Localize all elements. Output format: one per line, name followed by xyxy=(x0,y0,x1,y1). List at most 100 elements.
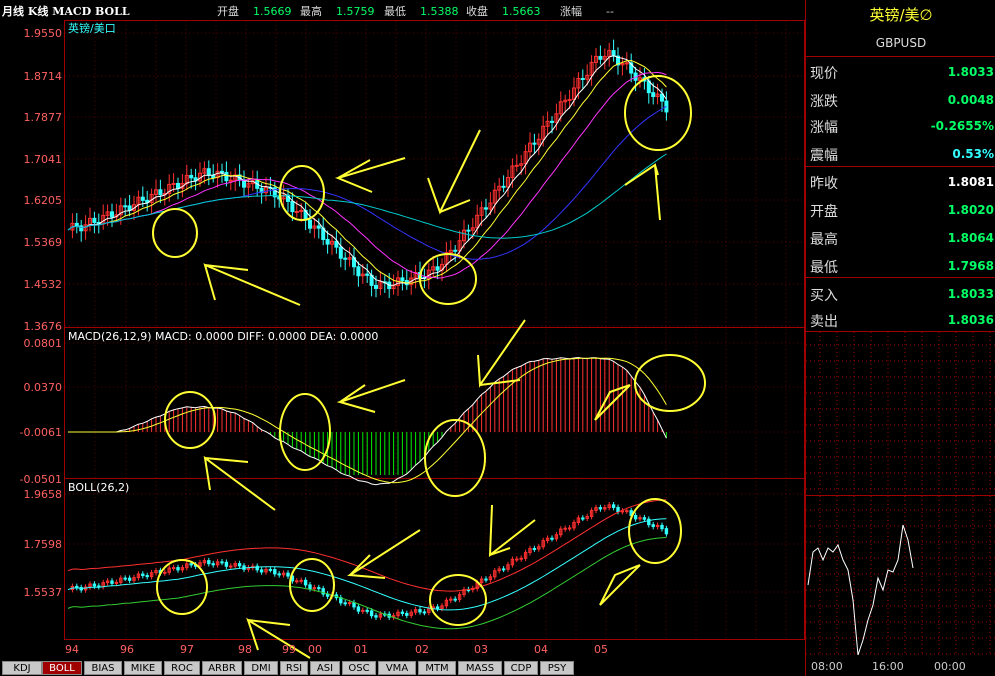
quote-row: 卖出 1.8036 xyxy=(808,308,994,332)
boll-candle-body xyxy=(224,561,229,567)
boll-candle-body xyxy=(207,560,211,565)
quote-value: -0.2655% xyxy=(930,119,994,133)
candle-body xyxy=(290,200,295,213)
annotation-arrow xyxy=(203,263,301,306)
tab-mike[interactable]: MIKE xyxy=(124,661,162,675)
annotation-arrow xyxy=(488,504,536,558)
quote-value: 1.8036 xyxy=(947,313,994,327)
candle-body xyxy=(532,142,537,145)
tab-vma[interactable]: VMA xyxy=(378,661,416,675)
boll-candle-body xyxy=(616,506,620,513)
quote-row: 涨跌 0.0048 xyxy=(808,88,994,112)
quote-label: 涨跌 xyxy=(810,94,838,110)
tab-mtm[interactable]: MTM xyxy=(418,661,456,675)
tab-dmi[interactable]: DMI xyxy=(244,661,278,675)
candle-body xyxy=(365,273,370,276)
boll-candle-body xyxy=(356,606,361,612)
boll-candle-body xyxy=(361,609,365,612)
boll-candle-body xyxy=(295,580,299,583)
boll-candle-body xyxy=(317,587,321,590)
boll-tick: 1.7598 xyxy=(23,538,63,551)
x-tick: 96 xyxy=(120,643,134,656)
candle-body xyxy=(598,55,603,60)
boll-candle-body xyxy=(633,514,638,520)
quote-value: 0.53% xyxy=(952,147,994,161)
boll-candle-body xyxy=(92,583,97,587)
boll-candle-body xyxy=(567,527,572,530)
candle-body xyxy=(79,225,84,232)
boll-candle-body xyxy=(501,568,506,571)
annotation-circle xyxy=(634,354,706,412)
quote-value: 1.8020 xyxy=(947,203,994,217)
boll-panel-title: BOLL(26,2) xyxy=(68,481,130,494)
quote-value: 0.0048 xyxy=(947,93,994,107)
tab-bias[interactable]: BIAS xyxy=(84,661,122,675)
tab-arbr[interactable]: ARBR xyxy=(202,661,242,675)
candle-body xyxy=(92,217,97,223)
tab-psy[interactable]: PSY xyxy=(540,661,574,675)
boll-candle-body xyxy=(651,524,655,528)
candle-body xyxy=(176,182,180,189)
quote-row: 震幅 0.53% xyxy=(808,142,994,166)
annotation-arrow xyxy=(346,529,421,579)
quote-row: 最高 1.8064 xyxy=(808,226,994,250)
intraday-line xyxy=(807,524,914,656)
boll-candle-body xyxy=(268,568,273,571)
candle-body xyxy=(580,78,585,81)
boll-tick: 1.9658 xyxy=(23,488,63,501)
boll-candle-body xyxy=(237,563,242,567)
candle-body xyxy=(466,229,471,232)
macd-tick: 0.0370 xyxy=(23,381,63,394)
boll-tick: 1.5537 xyxy=(23,586,63,599)
annotation-arrow xyxy=(477,319,526,388)
boll-candle-body xyxy=(660,524,664,530)
price-tick: 1.3676 xyxy=(23,320,63,333)
price-tick: 1.5369 xyxy=(23,236,63,249)
tab-asi[interactable]: ASI xyxy=(310,661,340,675)
boll-candle-body xyxy=(642,517,647,520)
boll-candle-body xyxy=(581,517,585,520)
quote-label: 最高 xyxy=(810,232,838,248)
candle-body xyxy=(158,189,163,196)
intraday-time: 08:00 xyxy=(811,660,843,673)
tab-boll[interactable]: BOLL xyxy=(42,661,82,675)
candle-body xyxy=(308,219,312,229)
boll-candle-body xyxy=(418,609,422,613)
x-tick: 02 xyxy=(415,643,429,656)
candle-body xyxy=(374,284,378,289)
tab-kdj[interactable]: KDJ xyxy=(2,661,42,675)
boll-candle-body xyxy=(598,507,603,510)
price-tick: 1.8714 xyxy=(23,70,63,83)
quote-row: 现价 1.8033 xyxy=(808,60,994,84)
boll-candle-body xyxy=(127,577,132,581)
candle-body xyxy=(74,222,79,227)
candle-body xyxy=(110,211,114,218)
quote-label: 涨幅 xyxy=(810,120,838,136)
tab-osc[interactable]: OSC xyxy=(342,661,376,675)
candle-body xyxy=(224,171,229,182)
quote-row: 开盘 1.8020 xyxy=(808,198,994,222)
boll-candle-body xyxy=(519,557,523,560)
quote-row: 最低 1.7968 xyxy=(808,254,994,278)
boll-candle-body xyxy=(625,510,629,513)
boll-candle-body xyxy=(365,609,369,612)
boll-candle-body xyxy=(550,537,554,540)
annotation-arrow xyxy=(427,129,481,215)
boll-candle-body xyxy=(220,561,224,564)
instrument-code: GBPUSD xyxy=(875,36,927,50)
tab-rsi[interactable]: RSI xyxy=(280,661,308,675)
tab-mass[interactable]: MASS xyxy=(458,661,502,675)
instrument-name: 英镑/美∅ xyxy=(869,6,933,24)
boll-candle-body xyxy=(110,580,114,584)
quote-row: 昨收 1.8081 xyxy=(808,170,994,194)
tab-cdp[interactable]: CDP xyxy=(504,661,538,675)
candle-body xyxy=(514,164,519,167)
macd-tick: -0.0061 xyxy=(19,426,62,439)
tab-roc[interactable]: ROC xyxy=(164,661,200,675)
quote-value: 1.8033 xyxy=(947,287,994,301)
macd-tick: -0.0501 xyxy=(19,473,62,486)
x-tick: 05 xyxy=(594,643,608,656)
boll-candle-body xyxy=(563,527,567,530)
candle-body xyxy=(325,238,330,245)
candle-body xyxy=(228,179,233,182)
